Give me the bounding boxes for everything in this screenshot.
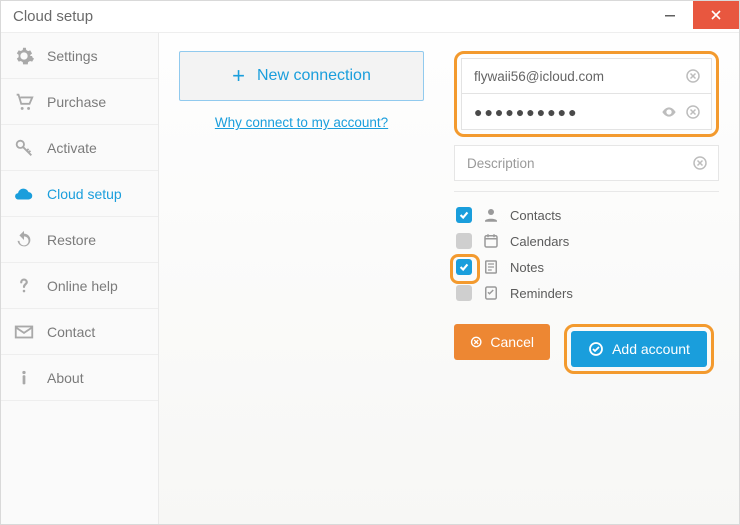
close-button[interactable] xyxy=(693,1,739,29)
sidebar-item-contact[interactable]: Contact xyxy=(1,309,158,355)
sidebar-item-online-help[interactable]: Online help xyxy=(1,263,158,309)
add-account-label: Add account xyxy=(612,341,690,357)
sync-option-label: Contacts xyxy=(510,208,561,223)
sidebar-item-label: Contact xyxy=(47,324,95,340)
sidebar-item-purchase[interactable]: Purchase xyxy=(1,79,158,125)
cancel-label: Cancel xyxy=(490,334,534,350)
sidebar-item-label: Activate xyxy=(47,140,97,156)
key-icon xyxy=(13,137,35,159)
credentials-highlight: flywaii56@icloud.com ●●●●●●●●●● xyxy=(454,51,719,137)
notes-icon xyxy=(482,258,500,276)
sync-option-contacts[interactable]: Contacts xyxy=(456,206,719,224)
sidebar-item-restore[interactable]: Restore xyxy=(1,217,158,263)
check-circle-icon xyxy=(588,341,604,357)
show-password-button[interactable] xyxy=(659,102,679,122)
titlebar: Cloud setup xyxy=(1,1,739,33)
description-placeholder: Description xyxy=(467,156,686,171)
sidebar-item-label: Cloud setup xyxy=(47,186,122,202)
add-account-highlight: Add account xyxy=(564,324,714,374)
password-field[interactable]: ●●●●●●●●●● xyxy=(461,94,712,130)
sync-option-label: Calendars xyxy=(510,234,569,249)
new-connection-button[interactable]: + New connection xyxy=(179,51,424,101)
sync-option-label: Reminders xyxy=(510,286,573,301)
sync-option-notes[interactable]: Notes xyxy=(456,258,719,276)
cart-icon xyxy=(13,91,35,113)
divider xyxy=(454,191,719,192)
sidebar-item-settings[interactable]: Settings xyxy=(1,33,158,79)
sidebar-item-activate[interactable]: Activate xyxy=(1,125,158,171)
why-connect-link[interactable]: Why connect to my account? xyxy=(215,115,388,130)
checkbox-calendars[interactable] xyxy=(456,233,472,249)
contacts-icon xyxy=(482,206,500,224)
add-account-button[interactable]: Add account xyxy=(571,331,707,367)
cancel-icon xyxy=(470,334,482,350)
new-connection-label: New connection xyxy=(257,67,371,85)
sidebar-item-label: Settings xyxy=(47,48,98,64)
sync-option-calendars[interactable]: Calendars xyxy=(456,232,719,250)
checkbox-contacts[interactable] xyxy=(456,207,472,223)
sync-option-reminders[interactable]: Reminders xyxy=(456,284,719,302)
restore-icon xyxy=(13,229,35,251)
sidebar: Settings Purchase Activate Cloud setup xyxy=(1,33,159,524)
reminders-icon xyxy=(482,284,500,302)
plus-icon: + xyxy=(232,63,245,89)
sidebar-item-label: Online help xyxy=(47,278,118,294)
minimize-button[interactable] xyxy=(647,1,693,29)
password-value: ●●●●●●●●●● xyxy=(474,104,655,120)
sync-option-label: Notes xyxy=(510,260,544,275)
question-icon xyxy=(13,275,35,297)
sidebar-item-cloud-setup[interactable]: Cloud setup xyxy=(1,171,158,217)
cloud-icon xyxy=(13,183,35,205)
clear-email-button[interactable] xyxy=(683,66,703,86)
email-value: flywaii56@icloud.com xyxy=(474,69,679,84)
description-field[interactable]: Description xyxy=(454,145,719,181)
calendar-icon xyxy=(482,232,500,250)
info-icon xyxy=(13,367,35,389)
gear-icon xyxy=(13,45,35,67)
content-area: + New connection Why connect to my accou… xyxy=(159,33,739,524)
checkbox-notes[interactable] xyxy=(456,259,472,275)
clear-password-button[interactable] xyxy=(683,102,703,122)
sidebar-item-label: Restore xyxy=(47,232,96,248)
window-title: Cloud setup xyxy=(13,8,93,25)
app-window: Cloud setup Settings Purchase xyxy=(0,0,740,525)
mail-icon xyxy=(13,321,35,343)
clear-description-button[interactable] xyxy=(690,153,710,173)
sidebar-item-label: About xyxy=(47,370,84,386)
email-field[interactable]: flywaii56@icloud.com xyxy=(461,58,712,94)
cancel-button[interactable]: Cancel xyxy=(454,324,550,360)
checkbox-reminders[interactable] xyxy=(456,285,472,301)
sidebar-item-label: Purchase xyxy=(47,94,106,110)
sidebar-item-about[interactable]: About xyxy=(1,355,158,401)
sync-options-list: Contacts Calendars Notes xyxy=(456,206,719,302)
